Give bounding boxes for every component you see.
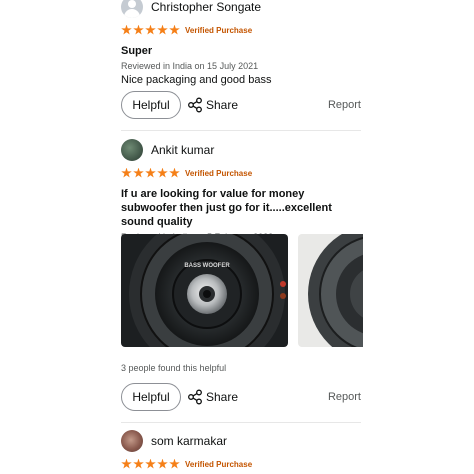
star-icon	[169, 458, 180, 469]
star-rating[interactable]	[121, 167, 181, 179]
reviewer-row: Ankit kumar	[121, 137, 361, 163]
rating-row: Verified Purchase	[121, 22, 361, 38]
star-icon	[133, 167, 144, 178]
share-button[interactable]: Share	[187, 97, 238, 113]
rating-row: Verified Purchase	[121, 165, 361, 181]
share-label: Share	[206, 98, 239, 112]
review-image-2[interactable]	[298, 234, 363, 347]
star-icon	[121, 167, 132, 178]
review-2: Ankit kumar Verified Purchase If u are l…	[121, 137, 361, 242]
star-rating[interactable]	[121, 24, 181, 36]
star-icon	[133, 24, 144, 35]
share-icon	[188, 97, 202, 113]
review-title: Super	[121, 45, 153, 57]
star-icon	[169, 24, 180, 35]
star-rating[interactable]	[121, 458, 181, 470]
divider	[121, 422, 361, 423]
default-avatar-icon	[121, 0, 143, 18]
woofer-label: BASS WOOFER	[184, 263, 230, 269]
review-2-actions: Helpful Share Report	[121, 382, 361, 412]
star-icon	[145, 24, 156, 35]
share-icon	[188, 389, 202, 405]
review-images: BASS WOOFER	[121, 234, 363, 347]
helpful-button[interactable]: Helpful	[121, 91, 181, 119]
star-icon	[133, 458, 144, 469]
reviewer-name[interactable]: som karmakar	[151, 434, 227, 448]
review-title: If u are looking for value for money sub…	[121, 188, 332, 228]
helpful-count: 3 people found this helpful	[121, 363, 227, 373]
user-photo-avatar	[121, 139, 143, 161]
star-icon	[145, 458, 156, 469]
star-icon	[121, 24, 132, 35]
user-photo-avatar	[121, 430, 143, 452]
divider	[121, 130, 361, 131]
star-icon	[169, 167, 180, 178]
star-icon	[157, 458, 168, 469]
star-icon	[157, 24, 168, 35]
report-link[interactable]: Report	[328, 99, 361, 111]
share-button[interactable]: Share	[187, 389, 238, 405]
review-image-1[interactable]: BASS WOOFER	[121, 234, 288, 347]
reviewer-row: Christopher Songate	[121, 0, 361, 20]
review-date: Reviewed in India on 15 July 2021	[121, 61, 259, 71]
star-icon	[145, 167, 156, 178]
reviewer-name[interactable]: Christopher Songate	[151, 0, 261, 14]
share-label: Share	[206, 390, 239, 404]
review-body: Nice packaging and good bass	[121, 74, 272, 86]
reviewer-row: som karmakar	[121, 428, 361, 454]
verified-purchase-badge: Verified Purchase	[185, 459, 253, 469]
review-3: som karmakar Verified Purchase	[121, 428, 361, 472]
helpful-button[interactable]: Helpful	[121, 383, 181, 411]
star-icon	[121, 458, 132, 469]
verified-purchase-badge: Verified Purchase	[185, 25, 253, 35]
star-icon	[157, 167, 168, 178]
report-link[interactable]: Report	[328, 391, 361, 403]
verified-purchase-badge: Verified Purchase	[185, 168, 253, 178]
review-1-actions: Helpful Share Report	[121, 90, 361, 120]
review-1: Christopher Songate Verified Purchase Su…	[121, 0, 361, 86]
rating-row: Verified Purchase	[121, 456, 361, 472]
reviewer-name[interactable]: Ankit kumar	[151, 143, 214, 157]
